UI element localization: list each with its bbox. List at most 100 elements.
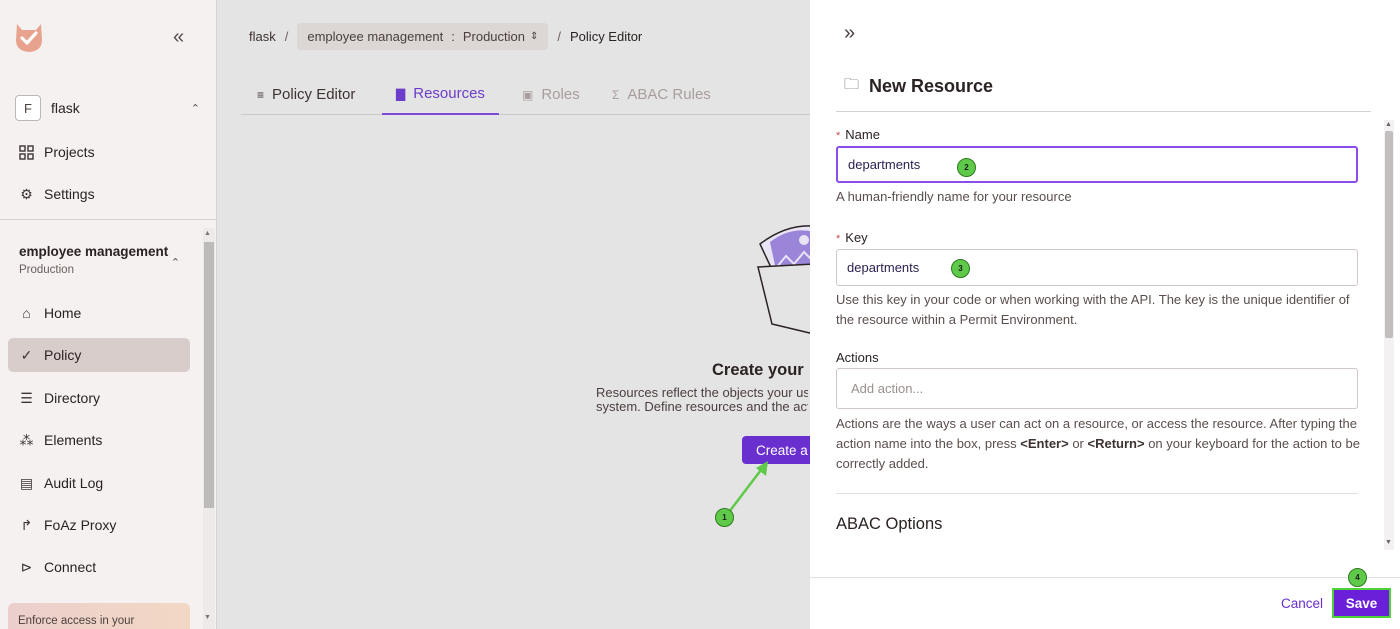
proxy-icon: ↱ xyxy=(20,516,33,533)
list-check-icon: ≡ xyxy=(257,87,265,102)
tab-resources[interactable]: ▇ Resources xyxy=(382,74,499,115)
chevron-updown-icon: ⇕ xyxy=(530,30,539,42)
terminal-icon: ⊳ xyxy=(20,558,33,575)
name-help-text: A human-friendly name for your resource xyxy=(836,189,1072,204)
drawer-title: New Resource xyxy=(869,76,994,96)
new-resource-drawer: » 🗀 New Resource * Name departments 2 A h… xyxy=(810,0,1400,629)
project-name: employee management xyxy=(19,244,169,259)
name-input[interactable]: departments xyxy=(836,146,1358,183)
tab-label: Policy Editor xyxy=(272,86,356,103)
tab-label: ABAC Rules xyxy=(627,86,711,103)
home-icon: ⌂ xyxy=(22,305,31,321)
sidebar-item-home[interactable]: ⌂ Home xyxy=(8,296,190,330)
promo-card[interactable]: Enforce access in your xyxy=(8,603,190,629)
sidebar-item-label: Audit Log xyxy=(44,475,104,491)
save-highlight: Save xyxy=(1332,588,1391,618)
sidebar-item-policy[interactable]: ✓ Policy xyxy=(8,338,190,372)
audit-log-icon: ▤ xyxy=(19,474,34,491)
close-drawer-icon[interactable]: » xyxy=(844,22,855,45)
checks-icon: ✓ xyxy=(20,346,33,363)
breadcrumb-env: Production xyxy=(462,28,525,44)
chevron-updown-icon: ⌃ xyxy=(170,257,180,269)
sidebar-item-elements[interactable]: ⁂ Elements xyxy=(8,423,190,457)
sidebar-scroll-thumb[interactable] xyxy=(204,242,214,508)
step-marker-3: 3 xyxy=(951,259,970,278)
sidebar-item-projects[interactable]: Projects xyxy=(8,135,190,169)
breadcrumb-colon: : xyxy=(451,28,455,44)
actions-input[interactable]: Add action... xyxy=(836,368,1358,409)
org-badge: F xyxy=(15,95,41,121)
empty-state-desc-line: Resources reflect the objects your users… xyxy=(596,386,808,400)
save-button[interactable]: Save xyxy=(1334,590,1389,616)
breadcrumb-separator: / xyxy=(557,28,562,44)
sidebar-item-label: Home xyxy=(44,305,82,321)
project-env: Production xyxy=(19,264,74,276)
breadcrumb: flask / employee management : Production… xyxy=(249,22,643,50)
permit-logo-icon xyxy=(16,24,42,52)
return-key-text: <Return> xyxy=(1087,436,1145,451)
drawer-footer: Cancel 4 Save xyxy=(810,568,1400,629)
required-asterisk: * xyxy=(836,130,841,142)
empty-state-desc-line: system. Define resources and the actions… xyxy=(596,399,808,414)
sidebar-item-audit-log[interactable]: ▤ Audit Log xyxy=(8,466,190,500)
drawer-scroll-thumb[interactable] xyxy=(1385,131,1393,338)
folder-icon: ▇ xyxy=(396,86,406,101)
scroll-up-icon[interactable]: ▲ xyxy=(1385,121,1392,128)
role-icon: ▣ xyxy=(522,87,534,102)
required-asterisk: * xyxy=(836,233,841,245)
promo-text: Enforce access in your xyxy=(18,615,135,627)
project-switcher[interactable]: employee management Production ⌃ xyxy=(19,244,184,276)
sidebar-item-label: Projects xyxy=(44,144,95,160)
sidebar-item-directory[interactable]: ☰ Directory xyxy=(8,381,190,415)
org-switcher[interactable]: F flask ⌃ xyxy=(15,94,200,122)
tab-bar: ≡ Policy Editor ▇ Resources ▣ Roles Σ AB… xyxy=(241,74,811,115)
key-label: * Key xyxy=(836,230,868,245)
tab-roles[interactable]: ▣ Roles xyxy=(522,74,580,115)
org-name: flask xyxy=(51,100,80,116)
step-marker-2: 2 xyxy=(957,158,976,177)
breadcrumb-project-env-switcher[interactable]: employee management : Production ⇕ xyxy=(297,22,549,50)
name-label: * Name xyxy=(836,127,880,142)
directory-icon: ☰ xyxy=(20,389,33,406)
scroll-down-icon[interactable]: ▼ xyxy=(204,614,211,621)
breadcrumb-workspace[interactable]: flask xyxy=(249,29,276,44)
empty-state-illustration xyxy=(757,225,815,335)
sidebar-item-label: Connect xyxy=(44,559,97,575)
divider xyxy=(836,111,1371,112)
sigma-icon: Σ xyxy=(612,87,620,102)
tab-label: Resources xyxy=(413,85,485,102)
abac-options-heading[interactable]: ABAC Options xyxy=(836,515,942,534)
scroll-up-icon[interactable]: ▲ xyxy=(204,230,211,237)
sidebar-item-settings[interactable]: ⚙ Settings xyxy=(8,177,190,211)
divider xyxy=(836,493,1358,494)
collapse-sidebar-icon[interactable]: « xyxy=(173,26,184,49)
empty-state-description: Resources reflect the objects your users… xyxy=(596,386,808,414)
sidebar-item-label: Directory xyxy=(44,390,101,406)
breadcrumb-current: Policy Editor xyxy=(570,28,643,44)
actions-help-text: Actions are the ways a user can act on a… xyxy=(836,416,1360,471)
grid-icon xyxy=(18,144,35,161)
cancel-button[interactable]: Cancel xyxy=(1281,596,1323,611)
sidebar-item-label: Policy xyxy=(44,347,82,363)
elements-icon: ⁂ xyxy=(19,431,34,448)
sidebar-item-label: Elements xyxy=(44,432,103,448)
key-input[interactable]: departments xyxy=(836,249,1358,286)
empty-state-title: Create your first resource xyxy=(712,361,808,379)
folder-outline-icon: 🗀 xyxy=(844,76,860,93)
step-marker-1: 1 xyxy=(715,508,734,527)
gear-icon: ⚙ xyxy=(20,185,33,202)
tab-policy-editor[interactable]: ≡ Policy Editor xyxy=(257,74,355,115)
chevron-updown-icon: ⌃ xyxy=(190,102,200,115)
enter-key-text: <Enter> xyxy=(1020,436,1069,451)
breadcrumb-project: employee management xyxy=(307,28,444,44)
sidebar-item-label: FoAz Proxy xyxy=(44,517,117,533)
step-marker-4: 4 xyxy=(1348,568,1367,587)
actions-label: Actions xyxy=(836,350,879,365)
scroll-down-icon[interactable]: ▼ xyxy=(1385,539,1392,546)
drawer-header: 🗀 New Resource xyxy=(844,74,993,99)
sidebar-item-label: Settings xyxy=(44,186,95,202)
tab-abac-rules[interactable]: Σ ABAC Rules xyxy=(612,74,711,115)
sidebar-item-foaz-proxy[interactable]: ↱ FoAz Proxy xyxy=(8,508,190,542)
tab-label: Roles xyxy=(541,86,580,103)
sidebar-item-connect[interactable]: ⊳ Connect xyxy=(8,550,190,584)
